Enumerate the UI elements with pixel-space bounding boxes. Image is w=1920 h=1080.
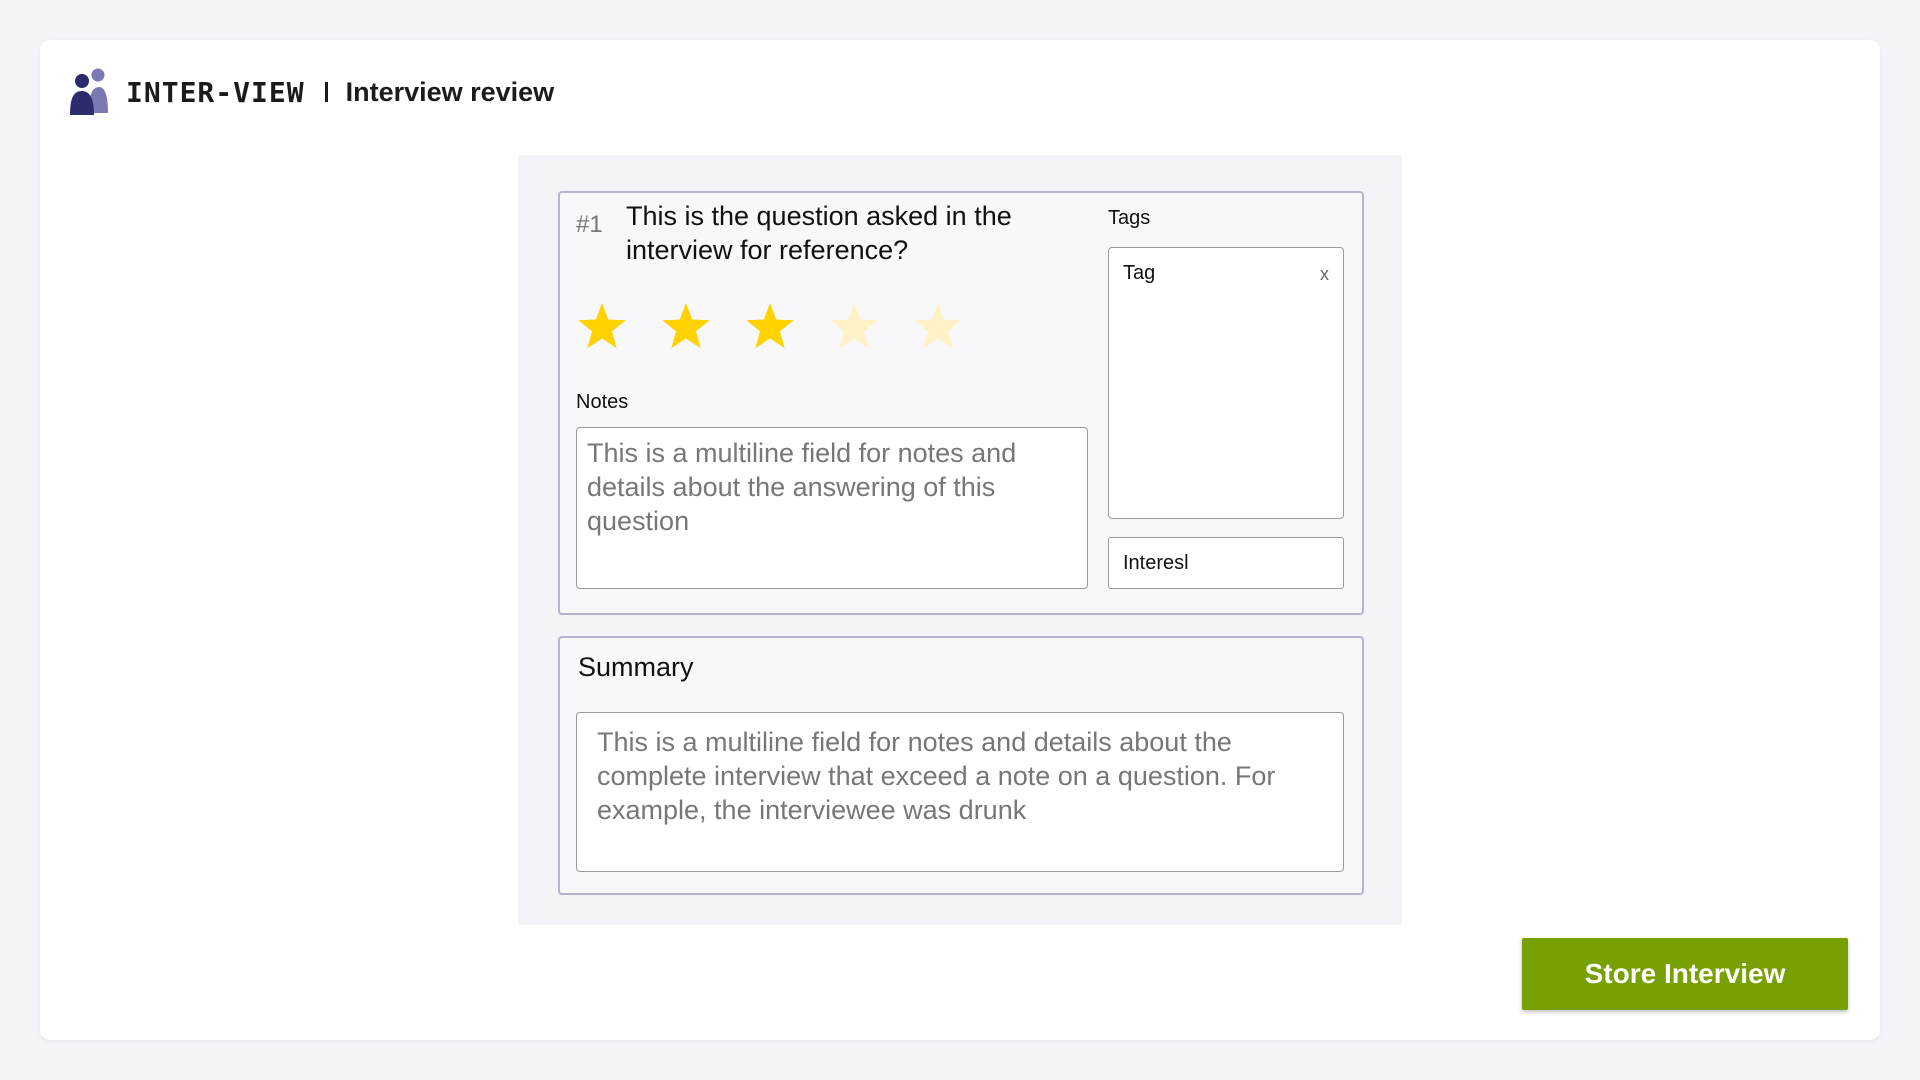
question-number: #1 (576, 211, 603, 238)
review-panel: #1 This is the question asked in the int… (518, 155, 1402, 925)
star-empty-icon[interactable] (828, 301, 880, 353)
notes-field[interactable]: This is a multiline field for notes and … (576, 427, 1088, 589)
page-title: Interview review (345, 76, 555, 107)
people-icon (70, 68, 108, 115)
summary-title: Summary (578, 652, 694, 682)
tag-input[interactable] (1108, 537, 1344, 589)
tag-list: Tag x (1108, 247, 1344, 519)
star-rating (576, 301, 996, 353)
main-card: INTER-VIEW Interview review #1 This is t… (40, 40, 1880, 1040)
star-filled-icon[interactable] (660, 301, 712, 353)
tag-item: Tag (1123, 262, 1156, 284)
question-card: #1 This is the question asked in the int… (558, 191, 1364, 615)
header-separator (324, 82, 328, 102)
summary-card: Summary This is a multiline field for no… (558, 636, 1364, 895)
summary-field[interactable]: This is a multiline field for notes and … (576, 712, 1344, 872)
star-filled-icon[interactable] (576, 301, 628, 353)
notes-label: Notes (576, 391, 629, 413)
app-header: INTER-VIEW Interview review (68, 64, 554, 120)
brand-name: INTER-VIEW (126, 75, 305, 109)
tags-label: Tags (1108, 207, 1151, 229)
star-filled-icon[interactable] (744, 301, 796, 353)
tag-remove-button[interactable]: x (1320, 264, 1329, 285)
question-text: This is the question asked in the interv… (626, 201, 1012, 265)
star-empty-icon[interactable] (912, 301, 964, 353)
store-interview-button[interactable]: Store Interview (1522, 938, 1848, 1010)
